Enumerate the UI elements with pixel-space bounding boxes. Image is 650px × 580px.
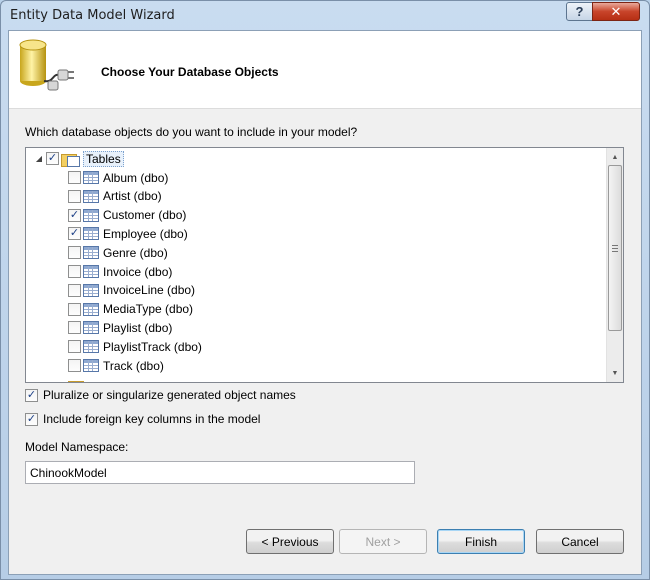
next-button[interactable]: Next > (339, 529, 427, 554)
tree-node-views-partial[interactable] (50, 376, 90, 382)
table-icon (83, 283, 99, 297)
table-checkbox[interactable]: ✓ (68, 227, 81, 241)
table-checkbox[interactable] (68, 189, 81, 203)
tree-node-table[interactable]: MediaType (dbo) (68, 300, 193, 319)
table-icon (83, 189, 99, 203)
tree-node-table[interactable]: InvoiceLine (dbo) (68, 281, 195, 300)
model-namespace-input[interactable] (25, 461, 415, 484)
table-icon (83, 321, 99, 335)
foreign-keys-option[interactable]: ✓ Include foreign key columns in the mod… (25, 412, 260, 426)
tree-node-table[interactable]: Playlist (dbo) (68, 318, 172, 337)
table-label: InvoiceLine (dbo) (103, 283, 196, 298)
table-label: Invoice (dbo) (103, 264, 173, 279)
table-checkbox[interactable] (68, 283, 81, 297)
table-label: Customer (dbo) (103, 208, 187, 223)
title-bar[interactable]: Entity Data Model Wizard ? ✕ (1, 1, 649, 31)
table-icon (83, 171, 99, 184)
table-checkbox[interactable] (68, 171, 81, 184)
tree-scrollbar[interactable]: ▲ ▼ (606, 148, 623, 382)
table-label: Playlist (dbo) (103, 320, 173, 335)
tables-checkbox[interactable]: ✓ (46, 152, 59, 165)
previous-button[interactable]: < Previous (246, 529, 334, 554)
table-checkbox[interactable] (68, 302, 81, 316)
page-title: Choose Your Database Objects (101, 65, 279, 79)
close-button[interactable]: ✕ (592, 2, 640, 21)
views-folder-icon (68, 379, 86, 382)
help-icon: ? (575, 4, 584, 19)
tree-node-table[interactable]: Artist (dbo) (68, 187, 162, 206)
pluralize-checkbox[interactable]: ✓ (25, 388, 38, 402)
cancel-button[interactable]: Cancel (536, 529, 624, 554)
help-button[interactable]: ? (566, 2, 593, 21)
model-namespace-label: Model Namespace: (25, 440, 129, 454)
wizard-header: Choose Your Database Objects (9, 31, 641, 109)
table-label: Employee (dbo) (103, 226, 188, 241)
collapse-arrow-icon[interactable]: ◢ (34, 154, 44, 164)
tree-node-table[interactable]: PlaylistTrack (dbo) (68, 337, 202, 356)
tree-node-table[interactable]: ✓ Customer (dbo) (68, 206, 186, 225)
table-checkbox[interactable] (68, 265, 81, 278)
database-objects-tree[interactable]: ◢ ✓ Tables Album (dbo) Artist (dbo) ✓ Custo… (25, 147, 624, 383)
objects-question-label: Which database objects do you want to in… (25, 125, 358, 139)
table-label: Track (dbo) (103, 358, 164, 373)
table-label: PlaylistTrack (dbo) (103, 339, 202, 354)
scrollbar-grip-icon (612, 244, 618, 252)
finish-button[interactable]: Finish (437, 529, 525, 554)
tree-node-table[interactable]: Invoice (dbo) (68, 262, 172, 281)
tree-node-table[interactable]: Album (dbo) (68, 168, 168, 187)
tree-node-table[interactable]: Genre (dbo) (68, 243, 168, 262)
table-label: MediaType (dbo) (103, 302, 194, 317)
pluralize-label: Pluralize or singularize generated objec… (43, 388, 296, 402)
table-icon (83, 302, 99, 316)
table-label: Album (dbo) (103, 170, 169, 185)
table-icon (83, 208, 99, 222)
table-icon (83, 359, 99, 372)
table-icon (83, 340, 99, 354)
table-checkbox[interactable] (68, 340, 81, 354)
table-icon (83, 265, 99, 278)
tables-folder-icon (61, 152, 80, 167)
close-icon: ✕ (610, 3, 622, 19)
tree-node-label: Tables (83, 150, 124, 167)
tree-node-table[interactable]: Track (dbo) (68, 356, 164, 375)
table-label: Genre (dbo) (103, 245, 168, 260)
table-icon (83, 227, 99, 241)
table-checkbox[interactable] (68, 359, 81, 372)
dialog-body: Choose Your Database Objects Which datab… (8, 30, 642, 575)
scroll-down-arrow-icon[interactable]: ▼ (607, 365, 623, 381)
table-checkbox[interactable] (68, 246, 81, 260)
wizard-window: Entity Data Model Wizard ? ✕ Choose Your… (0, 0, 650, 580)
table-checkbox[interactable] (68, 321, 81, 335)
scrollbar-thumb[interactable] (608, 165, 622, 331)
pluralize-option[interactable]: ✓ Pluralize or singularize generated obj… (25, 388, 296, 402)
foreign-keys-label: Include foreign key columns in the model (43, 412, 261, 426)
scroll-up-arrow-icon[interactable]: ▲ (607, 149, 623, 165)
foreign-keys-checkbox[interactable]: ✓ (25, 412, 38, 426)
table-checkbox[interactable]: ✓ (68, 208, 81, 222)
tree-node-table[interactable]: ✓ Employee (dbo) (68, 224, 188, 243)
window-title: Entity Data Model Wizard (10, 8, 175, 23)
tree-node-tables[interactable]: ◢ ✓ Tables (34, 149, 124, 168)
database-connection-icon (19, 39, 74, 91)
table-icon (83, 246, 99, 260)
table-label: Artist (dbo) (103, 189, 162, 204)
